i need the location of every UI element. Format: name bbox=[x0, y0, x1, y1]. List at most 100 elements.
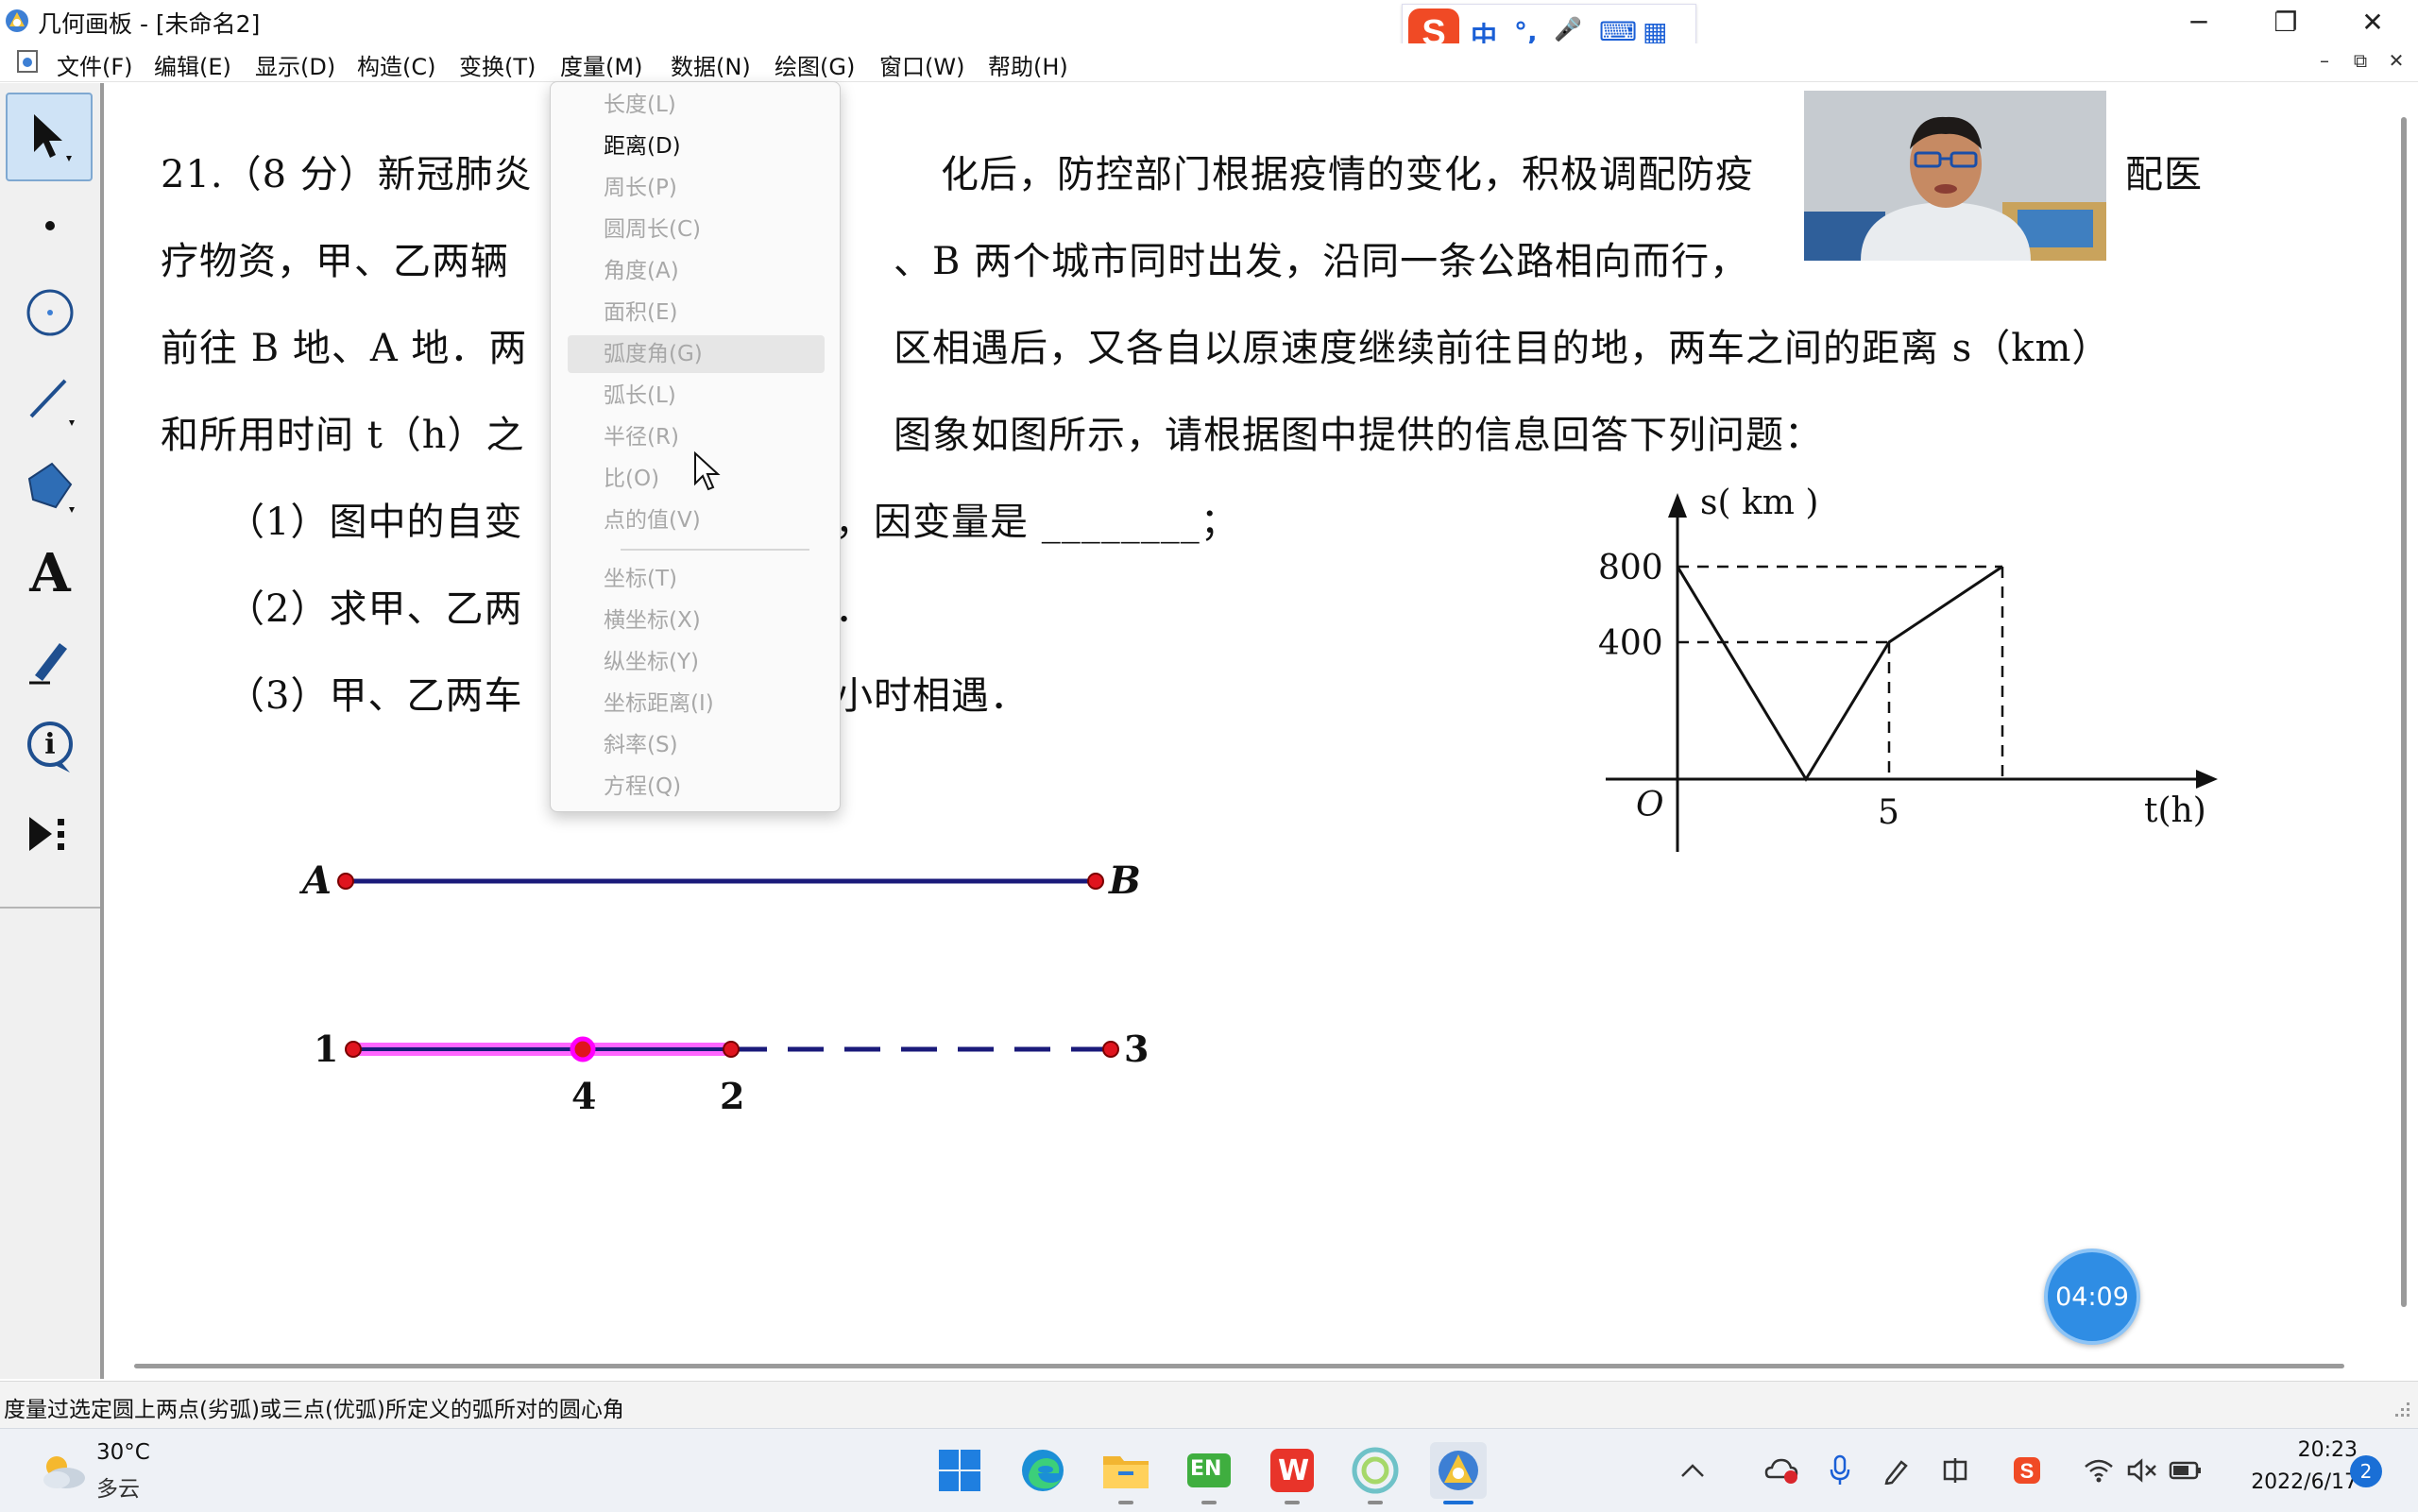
menu-item-perimeter[interactable]: 周长(P) bbox=[568, 169, 825, 207]
polygon-icon bbox=[27, 462, 75, 513]
menu-item-coordinate-distance[interactable]: 坐标距离(I) bbox=[568, 685, 825, 722]
mdi-close-button[interactable]: ✕ bbox=[2382, 49, 2410, 76]
point-4-selected[interactable] bbox=[570, 1036, 596, 1062]
notification-badge[interactable]: 2 bbox=[2350, 1455, 2382, 1487]
menu-window[interactable]: 窗口(W) bbox=[879, 48, 964, 81]
menu-file[interactable]: 文件(F) bbox=[57, 48, 133, 81]
straightedge-tool[interactable] bbox=[6, 357, 94, 442]
menu-item-slope[interactable]: 斜率(S) bbox=[568, 726, 825, 764]
distance-time-graph: s( km ) 800 400 O 5 t(h) bbox=[1598, 484, 2218, 852]
window-minimize-button[interactable]: ─ bbox=[2155, 0, 2242, 43]
menu-item-area[interactable]: 面积(E) bbox=[568, 294, 825, 331]
taskbar-photos[interactable] bbox=[1347, 1442, 1404, 1504]
menu-item-abscissa[interactable]: 横坐标(X) bbox=[568, 602, 825, 639]
menu-measure[interactable]: 度量(M) bbox=[560, 48, 642, 81]
menu-display[interactable]: 显示(D) bbox=[255, 48, 335, 81]
taskbar-edge[interactable] bbox=[1014, 1442, 1071, 1499]
compass-tool[interactable] bbox=[6, 270, 94, 355]
point-a[interactable] bbox=[337, 873, 354, 890]
recording-timer[interactable]: 04:09 bbox=[2044, 1249, 2140, 1345]
start-button[interactable] bbox=[931, 1442, 988, 1499]
vertical-scroll-thumb[interactable] bbox=[2401, 117, 2407, 1307]
point-2[interactable] bbox=[723, 1041, 740, 1058]
horizontal-scrollbar[interactable] bbox=[104, 1352, 2393, 1379]
information-tool[interactable]: i bbox=[6, 705, 94, 790]
tray-microphone-icon[interactable] bbox=[1823, 1453, 1857, 1487]
point-b[interactable] bbox=[1087, 873, 1104, 890]
menu-item-equation[interactable]: 方程(Q) bbox=[568, 768, 825, 806]
label-3[interactable]: 3 bbox=[1124, 1028, 1149, 1070]
mdi-restore-button[interactable]: ⧉ bbox=[2346, 49, 2375, 76]
menu-item-point-value[interactable]: 点的值(V) bbox=[568, 501, 825, 539]
taskbar-en-app[interactable]: EN bbox=[1181, 1442, 1237, 1504]
measure-menu-dropdown: 长度(L) 距离(D) 周长(P) 圆周长(C) 角度(A) 面积(E) 弧度角… bbox=[550, 81, 841, 812]
text-tool[interactable]: A bbox=[6, 531, 94, 616]
tray-wifi-icon[interactable] bbox=[2082, 1453, 2116, 1487]
tray-overflow-chevron-icon[interactable] bbox=[1676, 1453, 1710, 1487]
weather-cloudy-icon[interactable] bbox=[36, 1450, 89, 1491]
point-tool[interactable] bbox=[6, 183, 94, 268]
tray-battery-icon[interactable] bbox=[2169, 1453, 2203, 1487]
label-4[interactable]: 4 bbox=[571, 1075, 596, 1117]
menu-item-arc-length[interactable]: 弧长(L) bbox=[568, 377, 825, 415]
menu-data[interactable]: 数据(N) bbox=[671, 48, 751, 81]
menu-item-coordinates[interactable]: 坐标(T) bbox=[568, 560, 825, 598]
geometer-sketchpad-icon bbox=[1439, 1451, 1478, 1490]
tray-keyboard-icon[interactable] bbox=[1938, 1453, 1972, 1487]
question-line-2: 疗物资，甲、乙两辆 、B 两个城市同时出发，沿同一条公路相向而行， bbox=[161, 240, 1749, 283]
tray-sogou-icon[interactable]: S bbox=[2010, 1453, 2044, 1487]
text-icon: A bbox=[29, 542, 71, 604]
question-part-3: （3）甲、乙两车 小时相遇． bbox=[227, 674, 1029, 718]
menu-item-ordinate[interactable]: 纵坐标(Y) bbox=[568, 643, 825, 681]
menu-item-arc-angle[interactable]: 弧度角(G) bbox=[568, 335, 825, 373]
clock-date[interactable]: 2022/6/17 bbox=[2233, 1470, 2358, 1494]
sketch-canvas[interactable]: 21.（8 分）新冠肺炎 化后，防控部门根据疫情的变化，积极调配防疫 配医 疗物… bbox=[104, 83, 2393, 1379]
title-bar: 几何画板 - [未命名2] S 中 °, 🎤 ⌨ ▦ ─ ❐ ✕ bbox=[0, 0, 2418, 59]
window-title: 几何画板 - [未命名2] bbox=[38, 10, 261, 38]
running-indicator bbox=[1368, 1501, 1383, 1504]
tray-cloud-error-icon[interactable] bbox=[1764, 1453, 1798, 1487]
segment-ab-construction[interactable]: A B 1 3 4 2 bbox=[274, 791, 1275, 1169]
menu-help[interactable]: 帮助(H) bbox=[988, 48, 1068, 81]
tray-pen-icon[interactable] bbox=[1880, 1453, 1914, 1487]
menu-transform[interactable]: 变换(T) bbox=[459, 48, 536, 81]
menu-item-radius[interactable]: 半径(R) bbox=[568, 418, 825, 456]
mdi-minimize-button[interactable]: – bbox=[2310, 49, 2339, 76]
menu-construct[interactable]: 构造(C) bbox=[357, 48, 435, 81]
presenter-video bbox=[1804, 91, 2106, 261]
taskbar-wps[interactable]: W bbox=[1264, 1442, 1320, 1504]
marker-tool[interactable] bbox=[6, 618, 94, 703]
weather-temperature[interactable]: 30°C bbox=[96, 1440, 150, 1465]
label-2[interactable]: 2 bbox=[720, 1075, 744, 1117]
running-indicator bbox=[1285, 1501, 1300, 1504]
app-icon bbox=[6, 9, 28, 32]
label-b[interactable]: B bbox=[1108, 858, 1141, 903]
horizontal-scroll-thumb[interactable] bbox=[134, 1364, 2344, 1368]
weather-description[interactable]: 多云 bbox=[96, 1470, 140, 1503]
select-arrow-tool[interactable] bbox=[6, 93, 93, 181]
menu-graph[interactable]: 绘图(G) bbox=[775, 48, 855, 81]
point-3[interactable] bbox=[1102, 1041, 1119, 1058]
compass-icon bbox=[26, 289, 74, 336]
menu-edit[interactable]: 编辑(E) bbox=[154, 48, 231, 81]
label-1[interactable]: 1 bbox=[314, 1028, 338, 1070]
window-maximize-button[interactable]: ❐ bbox=[2242, 0, 2329, 43]
marker-icon bbox=[29, 643, 67, 685]
polygon-tool[interactable] bbox=[6, 444, 94, 529]
taskbar-geometer-sketchpad[interactable] bbox=[1430, 1442, 1487, 1504]
clock-time[interactable]: 20:23 bbox=[2278, 1438, 2358, 1462]
menu-item-circumference[interactable]: 圆周长(C) bbox=[568, 211, 825, 248]
menu-item-length[interactable]: 长度(L) bbox=[568, 86, 825, 124]
vertical-scrollbar[interactable] bbox=[2393, 83, 2418, 1379]
resize-grip-icon[interactable] bbox=[2390, 1397, 2412, 1419]
menu-item-angle[interactable]: 角度(A) bbox=[568, 252, 825, 290]
ime-mic-icon[interactable]: 🎤 bbox=[1554, 16, 1582, 42]
menu-item-distance[interactable]: 距离(D) bbox=[568, 127, 825, 165]
document-icon[interactable] bbox=[15, 49, 40, 74]
taskbar-file-explorer[interactable] bbox=[1098, 1442, 1154, 1504]
point-1[interactable] bbox=[345, 1041, 362, 1058]
window-close-button[interactable]: ✕ bbox=[2329, 0, 2416, 43]
custom-tool[interactable] bbox=[6, 791, 94, 876]
tray-volume-muted-icon[interactable] bbox=[2125, 1453, 2159, 1487]
label-a[interactable]: A bbox=[298, 858, 332, 903]
